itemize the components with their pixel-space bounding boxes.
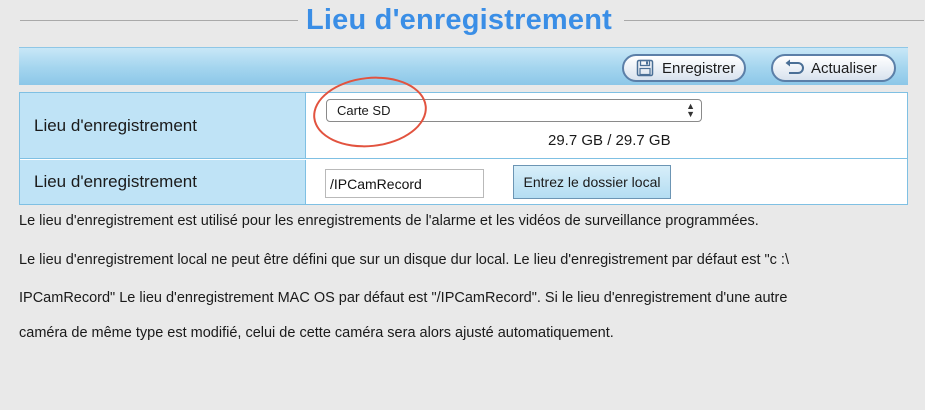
save-button[interactable]: Enregistrer [622, 54, 746, 82]
description-line-4: caméra de même type est modifié, celui d… [19, 325, 614, 341]
local-path-input[interactable] [325, 169, 484, 198]
refresh-arrow-icon [783, 58, 805, 78]
title-divider-left [20, 20, 298, 21]
title-divider-right [624, 20, 924, 21]
save-button-label: Enregistrer [662, 59, 736, 77]
page-header: Lieu d'enregistrement [0, 0, 925, 42]
local-folder-label: Lieu d'enregistrement [20, 160, 306, 204]
description-line-3: IPCamRecord" Le lieu d'enregistrement MA… [19, 290, 788, 306]
settings-table: Lieu d'enregistrement Carte SD ▲ ▼ 29.7 G… [19, 71, 908, 205]
recording-location-label: Lieu d'enregistrement [20, 93, 306, 158]
local-folder-row: Lieu d'enregistrement Entrez le dossier … [20, 160, 907, 204]
storage-capacity: 29.7 GB / 29.7 GB [548, 132, 671, 149]
floppy-disk-icon [634, 58, 656, 78]
page-title: Lieu d'enregistrement [306, 4, 612, 36]
recording-location-row: Lieu d'enregistrement Carte SD ▲ ▼ 29.7 G… [20, 71, 907, 159]
refresh-button[interactable]: Actualiser [771, 54, 896, 82]
enter-local-folder-button[interactable]: Entrez le dossier local [513, 165, 671, 199]
toolbar: Enregistrer Actualiser [19, 47, 908, 85]
refresh-button-label: Actualiser [811, 59, 877, 77]
description-line-1: Le lieu d'enregistrement est utilisé pou… [19, 213, 759, 229]
description-line-2: Le lieu d'enregistrement local ne peut ê… [19, 252, 789, 268]
select-arrows-icon: ▲ ▼ [686, 101, 695, 119]
